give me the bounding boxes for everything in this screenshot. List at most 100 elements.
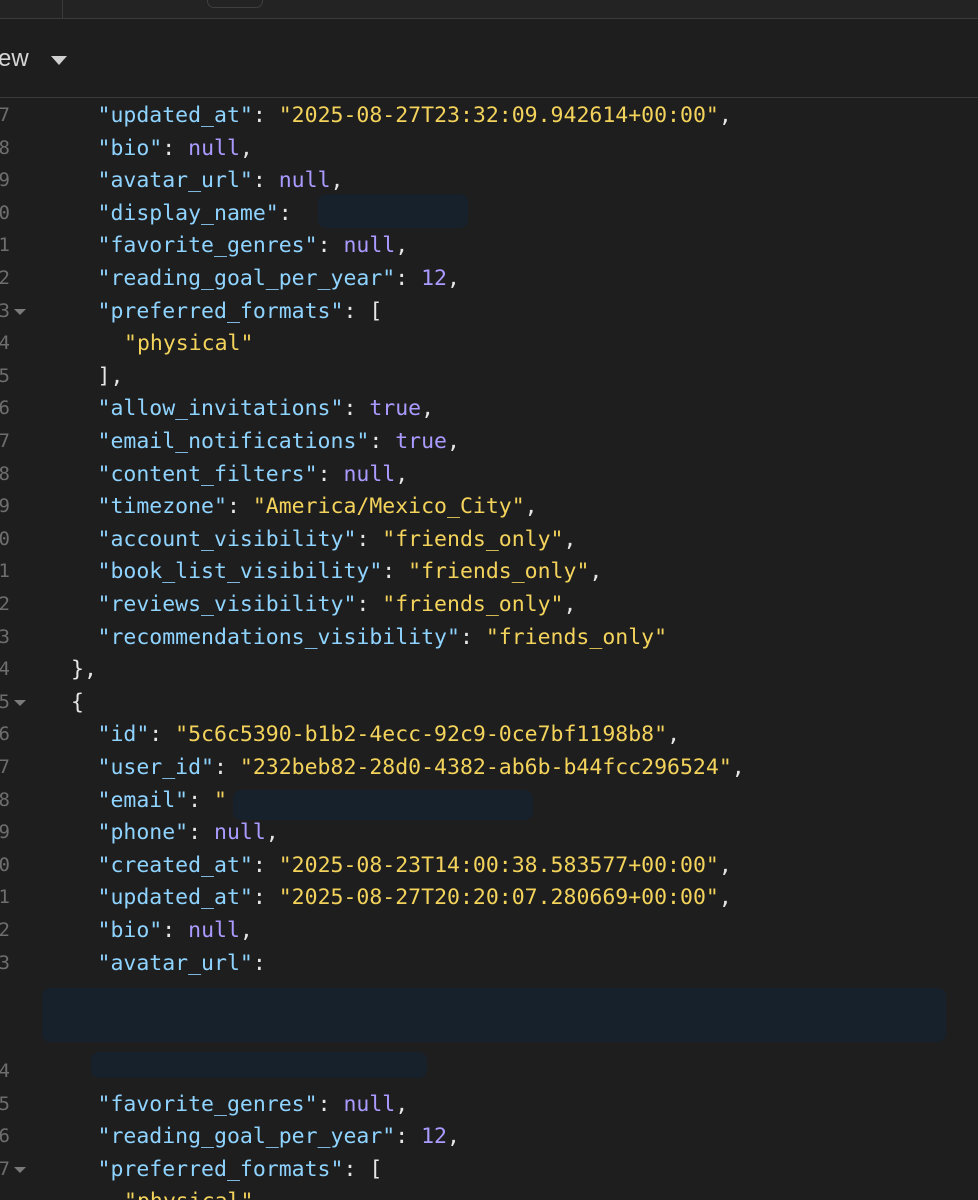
editor-toolbar: ew xyxy=(0,19,978,98)
json-key: "reading_goal_per_year" xyxy=(97,1124,396,1150)
json-key: "recommendations_visibility" xyxy=(97,624,460,650)
json-key: "email" xyxy=(97,787,189,813)
json-key: "timezone" xyxy=(97,494,227,520)
json-string: "friends_only" xyxy=(408,559,590,585)
code-text: }, xyxy=(71,653,97,686)
json-punctuation: : [ xyxy=(343,1156,383,1182)
code-text: "favorite_genres": null, xyxy=(98,1088,409,1121)
json-punctuation: : xyxy=(278,200,305,226)
json-key: "preferred_formats" xyxy=(97,298,344,324)
code-line: 7 "updated_at": "2025-08-27T23:32:09.9426… xyxy=(0,99,978,132)
code-text: { xyxy=(71,686,84,719)
code-text: "phone": null, xyxy=(98,816,279,849)
json-punctuation: , xyxy=(239,918,253,943)
code-text: "account_visibility": "friends_only", xyxy=(98,523,577,556)
line-number: 9 xyxy=(0,169,10,192)
json-string: "friends_only" xyxy=(485,624,668,650)
json-punctuation: , xyxy=(718,885,732,911)
json-punctuation: : xyxy=(369,429,396,454)
fold-arrow-icon[interactable] xyxy=(14,308,26,315)
json-punctuation: : xyxy=(162,918,189,943)
code-line: 6 "reading_goal_per_year": 12, xyxy=(0,1120,978,1153)
code-line: 8 "content_filters": null, xyxy=(0,458,978,491)
json-punctuation: : xyxy=(343,396,370,422)
json-punctuation: : xyxy=(162,135,189,161)
tab-segment[interactable] xyxy=(0,0,63,18)
json-key: "book_list_visibility" xyxy=(97,559,383,585)
code-line: 5{ xyxy=(0,686,978,719)
json-punctuation: : xyxy=(459,624,486,650)
window-top-bar xyxy=(0,0,978,19)
line-number: 1 xyxy=(0,886,10,909)
json-punctuation: , xyxy=(239,135,253,161)
line-number: 7 xyxy=(0,756,10,778)
json-key: "content_filters" xyxy=(97,461,318,487)
code-line: 7 "email_notifications": true, xyxy=(0,425,978,458)
line-number: 7 xyxy=(0,1157,10,1180)
code-text: "reading_goal_per_year": 12, xyxy=(98,1120,460,1153)
code-line: 1 "updated_at": "2025-08-27T20:20:07.2806… xyxy=(0,881,978,914)
json-key: "email_notifications" xyxy=(97,429,370,454)
json-key: "bio" xyxy=(97,918,163,943)
json-punctuation: : xyxy=(382,559,409,585)
json-punctuation: , xyxy=(731,755,745,780)
code-text: "created_at": "2025-08-23T14:00:38.58357… xyxy=(98,849,732,882)
json-punctuation: : xyxy=(252,885,279,911)
json-literal: 12 xyxy=(421,266,447,291)
line-number: 7 xyxy=(0,104,10,126)
json-key: "avatar_url" xyxy=(97,950,253,976)
code-text: "reading_goal_per_year": 12, xyxy=(98,262,460,295)
code-text: "timezone": "America/Mexico_City", xyxy=(98,490,538,523)
json-punctuation: , xyxy=(421,396,435,422)
line-number: 8 xyxy=(0,136,10,159)
json-string: "232beb82-28d0-4382-ab6b-b44fcc296524" xyxy=(239,755,732,780)
fold-arrow-icon[interactable] xyxy=(14,1166,26,1173)
code-line: 9 "avatar_url": null, xyxy=(0,164,978,197)
json-punctuation: , xyxy=(667,722,681,748)
json-literal: null xyxy=(343,461,396,487)
json-key: "allow_invitations" xyxy=(97,396,344,422)
line-number: 4 xyxy=(0,1060,10,1082)
code-text: "avatar_url": xyxy=(98,947,266,980)
json-punctuation: : xyxy=(214,755,240,780)
code-text: "display_name": xyxy=(98,197,305,230)
json-key: "favorite_genres" xyxy=(97,233,318,259)
code-text: "user_id": "232beb82-28d0-4382-ab6b-b44f… xyxy=(98,751,745,784)
line-number: 4 xyxy=(0,332,10,355)
line-number: 3 xyxy=(0,299,10,322)
code-text: "bio": null, xyxy=(98,132,253,165)
chevron-down-icon[interactable] xyxy=(51,56,67,65)
line-number: 9 xyxy=(0,495,10,518)
json-punctuation: , xyxy=(330,168,344,194)
json-punctuation: ], xyxy=(97,363,124,389)
json-literal: null xyxy=(188,135,240,161)
line-number: 2 xyxy=(0,919,10,941)
code-text: ], xyxy=(98,360,124,393)
line-number: 5 xyxy=(0,690,10,713)
json-punctuation: , xyxy=(447,266,460,291)
fold-arrow-icon[interactable] xyxy=(14,699,26,706)
json-literal: null xyxy=(278,168,331,194)
json-punctuation: : [ xyxy=(343,298,383,324)
json-punctuation: , xyxy=(563,526,577,552)
top-pill-control[interactable] xyxy=(207,0,263,8)
json-punctuation: : xyxy=(317,233,344,259)
json-key: "preferred_formats" xyxy=(97,1156,344,1182)
code-line: 4}, xyxy=(0,653,978,686)
json-key: "updated_at" xyxy=(97,103,253,128)
code-text: "updated_at": "2025-08-27T20:20:07.28066… xyxy=(98,881,732,914)
json-string: "physical" xyxy=(124,1189,253,1200)
json-punctuation: : xyxy=(317,1091,344,1117)
json-punctuation: , xyxy=(447,1124,460,1150)
code-text: "updated_at": "2025-08-27T23:32:09.94261… xyxy=(98,99,732,132)
json-punctuation: : xyxy=(395,1124,422,1150)
json-punctuation: : xyxy=(395,266,422,291)
code-text: "email": " xyxy=(98,784,227,817)
json-punctuation: : xyxy=(149,722,176,748)
json-string: "friends_only" xyxy=(382,526,564,552)
view-menu-label[interactable]: ew xyxy=(0,45,29,73)
json-key: "reviews_visibility" xyxy=(97,592,357,617)
json-key: "updated_at" xyxy=(97,885,253,911)
code-line: 7 "user_id": "232beb82-28d0-4382-ab6b-b44… xyxy=(0,751,978,784)
line-number: 0 xyxy=(0,527,10,550)
